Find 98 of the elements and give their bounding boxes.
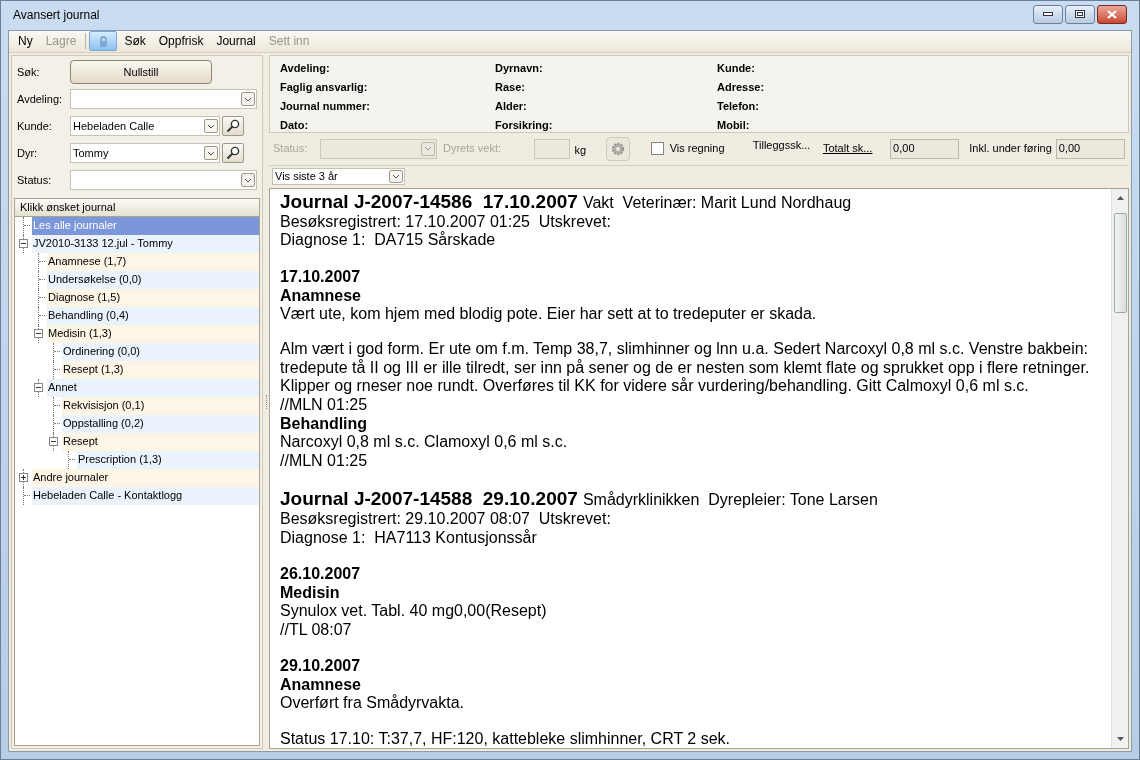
info-label: Journal nummer: [280, 98, 371, 114]
section-heading: 26.10.2007 [280, 564, 362, 583]
caret-icon [424, 146, 432, 151]
section-heading: 17.10.2007 [280, 266, 362, 286]
info-label: Forsikring: [495, 117, 554, 133]
info-label: Rase: [495, 79, 526, 95]
maximize-icon [1075, 10, 1085, 19]
expand-toggle[interactable] [19, 473, 28, 482]
section-heading: Behandling [280, 414, 369, 433]
journal-text: Status 17.10: T:37,7, HF:120, kattebleke slimhinner, CRT 2 sek. [280, 729, 732, 748]
section-heading: Anamnese [280, 675, 362, 694]
tree-item[interactable]: Annet [47, 378, 259, 397]
fee-label: Tilleggssk... [752, 137, 812, 153]
gear-icon [611, 141, 625, 156]
field-label: Avdeling: [17, 91, 64, 107]
info-label: Alder: [495, 98, 528, 114]
collapse-toggle[interactable] [34, 383, 43, 392]
journal-text: Vært ute, kom hjem med blodig pote. Eier har sett at to tredeputer er skada. [280, 304, 818, 323]
section-heading: 29.10.2007 [280, 656, 362, 675]
journal-text: //MLN 01:25 [280, 451, 369, 470]
close-button[interactable] [1097, 4, 1127, 24]
collapse-toggle[interactable] [19, 239, 28, 248]
total-link[interactable]: Totalt sk... [822, 140, 887, 157]
journal-text: Synulox vet. Tabl. 40 mg0,00(Resept) [280, 602, 548, 621]
info-label: Mobil: [717, 117, 751, 133]
field-label: Status: [17, 172, 53, 188]
weight-label: Dyrets vekt: [443, 141, 503, 157]
search-icon [226, 119, 240, 133]
toolbar-button[interactable]: Søk [118, 31, 152, 51]
journal-text: Besøksregistrert: 29.10.2007 08:07 Utskrevet: [280, 510, 612, 529]
field-label: Kunde: [17, 118, 53, 134]
tree-header: Klikk ønsket journal [15, 198, 259, 217]
dropdown-field[interactable] [69, 89, 257, 109]
journal-text: //MLN 01:25 [280, 395, 369, 414]
dropdown-field[interactable]: Hebeladen Calle [70, 116, 220, 136]
pending-field: 0,00 [1055, 138, 1125, 159]
info-label: Avdeling: [280, 60, 331, 76]
checkbox-label: Vis regning [669, 141, 726, 157]
minus-icon [36, 385, 41, 390]
search-button[interactable] [222, 116, 244, 136]
checkbox[interactable] [650, 142, 664, 155]
journal-text: Diagnose 1: HA7113 Kontusjonssår [280, 528, 538, 547]
info-label: Adresse: [717, 79, 766, 95]
journal-details: Vakt Veterinær: Marit Lund Nordhaug [582, 193, 852, 212]
window-title: Avansert journal [13, 7, 100, 25]
journal-text: Overført fra Smådyrvakta. [280, 694, 466, 713]
lock-icon [98, 35, 108, 47]
scrollbar[interactable] [1111, 188, 1128, 748]
journal-text: Besøksregistrert: 17.10.2007 01:25 Utskrevet: [280, 212, 612, 231]
collapse-toggle[interactable] [34, 329, 43, 338]
scroll-thumb[interactable] [1113, 212, 1127, 313]
search-label: Søk: [17, 64, 41, 80]
section-heading: Medisin [280, 583, 341, 602]
journal-text: Narcoxyl 0,8 ml s.c. Clamoxyl 0,6 ml s.c. [280, 433, 569, 452]
unit-label: kg [574, 142, 588, 158]
toolbar-button[interactable]: Journal [210, 31, 262, 51]
info-label: Faglig ansvarlig: [280, 79, 369, 95]
total-field: 0,00 [890, 138, 960, 159]
journal-details: Smådyrklinikken Dyrepleier: Tone Larsen [582, 491, 878, 510]
search-button[interactable] [222, 143, 244, 163]
period-dropdown[interactable]: Vis siste 3 år [272, 168, 405, 185]
field-label: Dyr: [17, 145, 39, 161]
status-label: Status: [273, 141, 309, 157]
plus-icon [21, 475, 26, 480]
journal-heading: Journal J-2007-14586 17.10.2007 [280, 190, 578, 213]
journal-text: //TL 08:07 [280, 620, 353, 639]
toolbar-button[interactable]: Ny [12, 31, 39, 51]
info-label: Dato: [280, 117, 310, 133]
caret-icon [207, 123, 215, 129]
maximize-button[interactable] [1065, 4, 1095, 24]
down-arrow-icon[interactable] [1115, 736, 1125, 742]
close-icon [1107, 9, 1117, 19]
section-heading: Anamnese [280, 285, 362, 305]
caret-icon [244, 96, 252, 102]
info-label: Dyrnavn: [495, 60, 544, 76]
weight-field[interactable] [533, 138, 571, 159]
journal-text: Alm vært i god form. Er ute om f.m. Temp 38,7, slimhinner og lnn u.a. Sedert Narcoxyl 0,8 ml s.c. Venstre bakbein: tredepute tå II og III er ille tilredt, ser inn på sener og de er nesten som klemt flate og sprukket opp i flere retninger. Klipper og rneser noe rundt. Overføres til KK for videre sår vurdering/behandling. Gitt Calmoxyl 0,6 ml s.c. [280, 340, 1091, 396]
caret-icon [244, 177, 252, 183]
dropdown-field[interactable] [69, 170, 257, 190]
journal-text: Diagnose 1: DA715 Sårskade [280, 231, 497, 250]
minus-icon [51, 439, 56, 444]
minimize-button[interactable] [1033, 4, 1063, 24]
minimize-icon [1043, 12, 1053, 17]
reset-button[interactable]: Nullstill [70, 60, 212, 84]
pending-label: Inkl. under føring [969, 141, 1052, 157]
caret-icon [207, 150, 215, 156]
journal-heading: Journal J-2007-14588 29.10.2007 [280, 488, 578, 510]
search-icon [226, 146, 240, 160]
collapse-toggle[interactable] [49, 437, 58, 446]
toolbar-button[interactable]: Oppfrisk [152, 31, 210, 51]
up-arrow-icon[interactable] [1115, 194, 1125, 201]
dropdown-field[interactable]: Tommy [70, 143, 220, 163]
info-label: Telefon: [717, 98, 760, 114]
caret-icon [392, 174, 400, 179]
minus-icon [36, 331, 41, 336]
minus-icon [21, 241, 26, 246]
info-label: Kunde: [717, 60, 756, 76]
tree-item[interactable]: Andre journaler [32, 468, 259, 487]
